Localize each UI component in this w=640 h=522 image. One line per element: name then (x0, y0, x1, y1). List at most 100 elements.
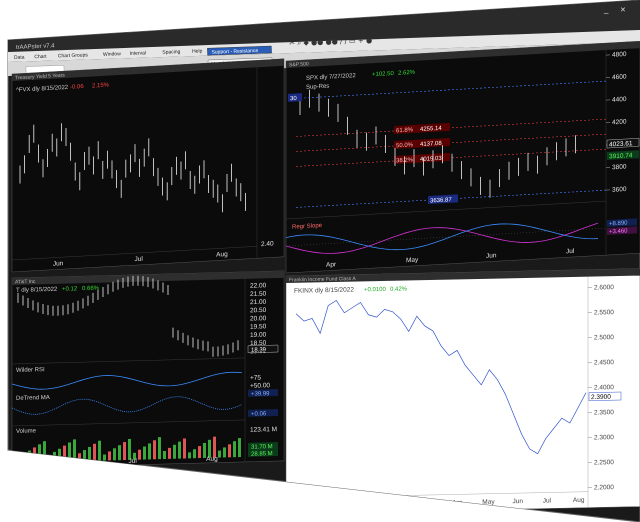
high-tag: 30 (290, 96, 297, 102)
bl-y-tick: 19.50 (250, 323, 267, 330)
volume-bar (58, 448, 61, 462)
panel-bl-vol-top: 123.41 M (250, 426, 277, 434)
bl-y-tick: 20.00 (250, 315, 267, 322)
volume-bar (213, 436, 216, 458)
volume-bar (153, 440, 156, 460)
volume-bar (28, 450, 31, 463)
panel-bl-rsi-val: +75 (250, 374, 261, 381)
br-y-tick: 2.4500 (594, 359, 614, 366)
br-y-tick: 2.3500 (594, 409, 614, 416)
month-label: Feb (392, 501, 404, 508)
panel-br-price-tag: 2.3900 (591, 394, 611, 401)
volume-bar (38, 444, 41, 463)
menu-chart-groups[interactable]: Chart Groups (58, 52, 89, 59)
volume-bar (93, 443, 96, 461)
volume-bar (228, 444, 231, 458)
price-tag-2: 3910.74 (609, 152, 633, 160)
panel-tr-change: +102.50 (372, 71, 395, 78)
menu-spacing[interactable]: Spacing (162, 49, 180, 56)
volume-bar (158, 437, 161, 460)
menu-help[interactable]: Help (192, 48, 203, 54)
volume-bar (83, 450, 86, 462)
panel-bl-rsi-label: Wilder RSI (16, 367, 45, 374)
volume-bar (128, 438, 131, 460)
fib-level-val: 4255.14 (420, 126, 442, 133)
volume-bar (88, 446, 91, 462)
month-label: Aug (206, 456, 218, 463)
volume-bar (113, 448, 116, 461)
month-label: Jul (135, 256, 144, 263)
trading-application-window: trAAPster v7.4 _ ✕ Data Chart Chart Groups… (7, 0, 640, 522)
panel-sp500: S&P 500 SPX dly 7/27/2022 +102.50 2.62% … (285, 40, 640, 274)
volume-bar (53, 451, 56, 462)
panel-bl-title: AT&T Inc (15, 279, 36, 286)
volume-bar (18, 456, 21, 463)
month-label: Dec (331, 502, 343, 509)
panel-tl-price-label: 2.40 (261, 240, 274, 248)
tr-y-tick: 4400 (612, 96, 627, 104)
volume-bar (78, 453, 81, 462)
fib-level-pct: 61.8% (396, 127, 414, 134)
volume-bar (183, 438, 186, 459)
panel-tr-pct: 2.62% (398, 70, 416, 77)
bl-y-tick: 21.50 (250, 291, 267, 298)
volume-bar (123, 442, 126, 461)
menu-chart[interactable]: Chart (34, 54, 47, 60)
panel-tr-title: S&P 500 (289, 61, 309, 68)
month-label: Jun (51, 460, 62, 467)
close-button[interactable]: ✕ (620, 7, 626, 14)
low-tag: 3636.87 (430, 197, 452, 204)
volume-bar (163, 450, 166, 460)
br-y-tick: 2.4000 (594, 384, 614, 391)
volume-bar (103, 454, 106, 461)
menu-data[interactable]: Data (14, 55, 25, 61)
volume-bar (223, 447, 226, 458)
month-label: Apr (326, 261, 337, 269)
ind-tag-1: +8.890 (609, 220, 628, 227)
volume-bar (43, 441, 46, 463)
tr-y-tick: 4200 (612, 118, 627, 126)
month-label: Jul (129, 458, 138, 465)
volume-bar (143, 446, 146, 460)
month-label: 2022 (362, 501, 377, 508)
volume-bar (118, 445, 121, 461)
month-label: Nov (301, 502, 313, 509)
bl-y-tick: 22.00 (250, 282, 267, 289)
panel-bl-dt-label: DeTrend MA (16, 395, 50, 402)
fib-level-val: 4137.08 (420, 141, 442, 148)
menu-interval[interactable]: Interval (129, 50, 146, 57)
br-y-tick: 2.2500 (594, 459, 614, 466)
volume-bar (108, 451, 111, 461)
volume-bar (218, 450, 221, 458)
month-label: Jun (486, 252, 497, 260)
br-y-tick: 2.5500 (594, 309, 614, 316)
price-tag-1: 4023.61 (609, 140, 633, 148)
menu-window[interactable]: Window (103, 51, 121, 58)
br-y-tick: 2.3000 (594, 434, 614, 441)
volume-bar (68, 442, 71, 462)
panel-br-symbol: FKINX dly 8/15/2022 (294, 287, 354, 295)
volume-bar (63, 445, 66, 462)
bl-y-tick: 20.50 (250, 307, 267, 314)
month-label: Aug (216, 251, 228, 259)
month-label: Aug (573, 497, 585, 504)
panel-br-change: +0.0100 (364, 287, 387, 293)
volume-bar (188, 452, 191, 459)
bl-y-tick: 21.00 (250, 299, 267, 306)
month-label: Jul (566, 248, 575, 255)
month-label: Jun (513, 498, 524, 505)
panel-bl-symbol: T dly 8/15/2022 (16, 287, 58, 294)
month-label: Mar (422, 500, 434, 507)
panel-bl-dt-tag: +39.99 (251, 391, 270, 398)
panel-bl-price-tag: 18.39 (251, 347, 267, 353)
volume-bar (168, 447, 171, 459)
panel-bl-vol-tag-2: 28.85 M (251, 451, 273, 458)
volume-bar (193, 449, 196, 459)
br-y-tick: 2.5000 (594, 334, 614, 341)
month-label: Jun (53, 260, 64, 268)
minimize-button[interactable]: _ (603, 5, 609, 14)
volume-bar (148, 443, 151, 460)
bl-y-tick: 19.00 (250, 332, 267, 339)
panel-bl-change: +0.12 (62, 286, 78, 292)
panel-bl-pct: 0.66% (82, 286, 100, 292)
